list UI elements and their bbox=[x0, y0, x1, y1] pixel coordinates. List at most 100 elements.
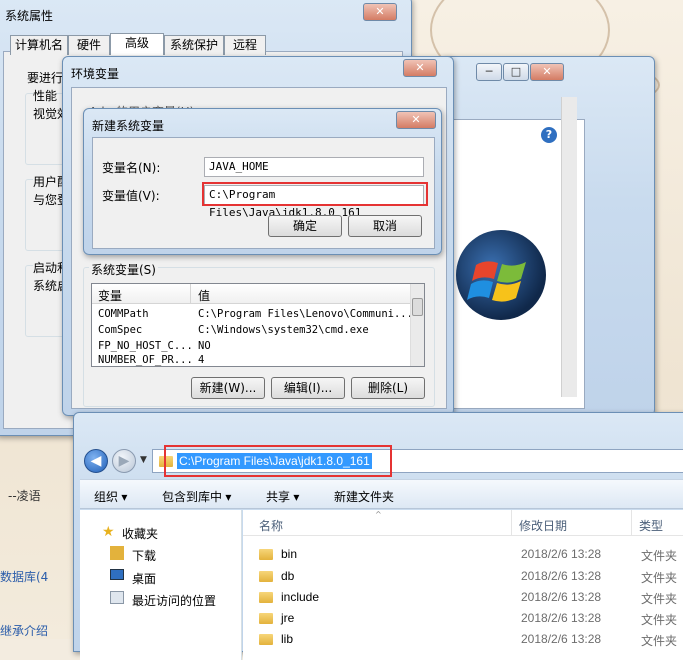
file-name: db bbox=[281, 569, 295, 583]
folder-icon bbox=[259, 592, 273, 603]
close-button[interactable]: ✕ bbox=[530, 63, 564, 81]
var-name: NUMBER_OF_PR... bbox=[98, 354, 193, 366]
include-in-library-menu[interactable]: 包含到库中 ▾ bbox=[162, 488, 231, 505]
tab-advanced[interactable]: 高级 bbox=[110, 33, 164, 55]
column-divider bbox=[190, 284, 191, 304]
favorites-label[interactable]: 收藏夹 bbox=[122, 525, 158, 542]
var-value: 4 bbox=[198, 354, 205, 366]
system-vars-section-label: 系统变量(S) bbox=[89, 261, 158, 278]
column-header-type[interactable]: 类型 bbox=[639, 517, 663, 534]
var-name: COMMPath bbox=[98, 308, 149, 320]
scrollbar[interactable] bbox=[561, 97, 577, 397]
folder-icon bbox=[259, 634, 273, 645]
recent-places-icon bbox=[110, 591, 124, 604]
desktop-icon bbox=[110, 569, 124, 580]
address-highlight bbox=[164, 445, 392, 477]
edit-variable-button[interactable]: 编辑(I)... bbox=[271, 377, 345, 399]
file-name: jre bbox=[281, 611, 295, 625]
folder-icon bbox=[259, 549, 273, 560]
file-list-header: 名称 ^ 修改日期 类型 bbox=[243, 510, 683, 536]
nav-item-downloads[interactable]: 下载 bbox=[132, 547, 156, 564]
tab-computer-name[interactable]: 计算机名 bbox=[10, 35, 68, 55]
column-header-name[interactable]: 名称 bbox=[259, 517, 283, 534]
file-date: 2018/2/6 13:28 bbox=[521, 547, 602, 561]
forward-button[interactable]: ▶ bbox=[112, 449, 136, 473]
admin-note: 要进行 bbox=[27, 71, 64, 85]
folder-icon bbox=[259, 613, 273, 624]
file-type: 文件夹 bbox=[641, 549, 678, 563]
back-button[interactable]: ◀ bbox=[84, 449, 108, 473]
table-row[interactable]: FP_NO_HOST_C... NO bbox=[98, 340, 408, 355]
cancel-button[interactable]: 取消 bbox=[348, 215, 422, 237]
file-name: lib bbox=[281, 632, 294, 646]
close-button[interactable]: ✕ bbox=[363, 3, 397, 21]
list-item[interactable]: bin 2018/2/6 13:28 文件夹 bbox=[259, 546, 683, 566]
window-title: 环境变量 bbox=[71, 67, 120, 81]
minimize-button[interactable]: ─ bbox=[476, 63, 502, 81]
maximize-button[interactable]: □ bbox=[503, 63, 529, 81]
file-date: 2018/2/6 13:28 bbox=[521, 569, 602, 583]
file-date: 2018/2/6 13:28 bbox=[521, 611, 602, 625]
list-item[interactable]: db 2018/2/6 13:28 文件夹 bbox=[259, 568, 683, 588]
list-header: 变量 值 bbox=[92, 284, 410, 304]
share-menu[interactable]: 共享 ▾ bbox=[266, 488, 299, 505]
file-date: 2018/2/6 13:28 bbox=[521, 632, 602, 646]
list-item[interactable]: jre 2018/2/6 13:28 文件夹 bbox=[259, 610, 683, 630]
desktop-text-2[interactable]: 数据库(4 bbox=[0, 568, 48, 585]
help-icon[interactable]: ? bbox=[541, 127, 557, 143]
file-name: bin bbox=[281, 547, 298, 561]
arrow-right-icon: ▶ bbox=[118, 453, 130, 469]
var-value: C:\Windows\system32\cmd.exe bbox=[198, 324, 369, 336]
nav-item-recent-places[interactable]: 最近访问的位置 bbox=[132, 592, 216, 609]
organize-menu[interactable]: 组织 ▾ bbox=[94, 488, 127, 505]
table-row[interactable]: NUMBER_OF_PR... 4 bbox=[98, 354, 408, 366]
list-item[interactable]: include 2018/2/6 13:28 文件夹 bbox=[259, 589, 683, 609]
variable-name-input[interactable]: JAVA_HOME bbox=[204, 157, 424, 177]
column-divider bbox=[511, 510, 512, 536]
column-header-variable[interactable]: 变量 bbox=[98, 287, 122, 304]
close-button[interactable]: ✕ bbox=[403, 59, 437, 77]
windows-logo-icon bbox=[456, 230, 546, 320]
window-title: 系统属性 bbox=[5, 9, 54, 23]
variable-value-label: 变量值(V): bbox=[102, 189, 160, 203]
favorites-star-icon: ★ bbox=[102, 524, 115, 540]
arrow-left-icon: ◀ bbox=[90, 453, 102, 469]
tab-system-protection[interactable]: 系统保护 bbox=[164, 35, 224, 55]
new-variable-button[interactable]: 新建(W)... bbox=[191, 377, 265, 399]
file-type: 文件夹 bbox=[641, 634, 678, 648]
variable-name-label: 变量名(N): bbox=[102, 161, 161, 175]
ok-button[interactable]: 确定 bbox=[268, 215, 342, 237]
table-row[interactable]: COMMPath C:\Program Files\Lenovo\Communi… bbox=[98, 308, 413, 323]
table-row[interactable]: ComSpec C:\Windows\system32\cmd.exe bbox=[98, 324, 408, 339]
column-header-value[interactable]: 值 bbox=[198, 287, 210, 304]
close-button[interactable]: ✕ bbox=[396, 111, 436, 129]
navigation-pane: ★ 收藏夹 下载 桌面 最近访问的位置 bbox=[80, 510, 242, 660]
desktop-text-3[interactable]: 继承介绍 bbox=[0, 622, 48, 639]
variable-value-highlight bbox=[202, 182, 428, 206]
command-bar: 组织 ▾ 包含到库中 ▾ 共享 ▾ 新建文件夹 bbox=[80, 479, 683, 509]
new-folder-button[interactable]: 新建文件夹 bbox=[334, 488, 394, 505]
scrollbar-thumb[interactable] bbox=[412, 298, 423, 316]
file-date: 2018/2/6 13:28 bbox=[521, 590, 602, 604]
desktop-text-1: --凌语 bbox=[8, 489, 41, 503]
column-header-date[interactable]: 修改日期 bbox=[519, 517, 567, 534]
file-name: include bbox=[281, 590, 320, 604]
tab-remote[interactable]: 远程 bbox=[224, 35, 266, 55]
file-type: 文件夹 bbox=[641, 571, 678, 585]
list-scrollbar[interactable] bbox=[410, 284, 424, 366]
delete-variable-button[interactable]: 删除(L) bbox=[351, 377, 425, 399]
var-value: NO bbox=[198, 340, 211, 352]
var-name: FP_NO_HOST_C... bbox=[98, 340, 193, 352]
system-vars-list[interactable]: 变量 值 COMMPath C:\Program Files\Lenovo\Co… bbox=[91, 283, 425, 367]
file-type: 文件夹 bbox=[641, 613, 678, 627]
dialog-title: 新建系统变量 bbox=[92, 119, 165, 133]
folder-icon bbox=[259, 571, 273, 582]
performance-label: 性能 bbox=[33, 87, 58, 104]
downloads-icon bbox=[110, 546, 124, 560]
history-dropdown-icon[interactable]: ▼ bbox=[140, 455, 147, 465]
nav-item-desktop[interactable]: 桌面 bbox=[132, 570, 156, 587]
background-window: ─ □ ✕ ? bbox=[440, 56, 655, 416]
tab-hardware[interactable]: 硬件 bbox=[68, 35, 110, 55]
list-item[interactable]: lib 2018/2/6 13:28 文件夹 bbox=[259, 631, 683, 651]
new-system-variable-dialog: 新建系统变量 ✕ 变量名(N): JAVA_HOME 变量值(V): C:\Pr… bbox=[83, 108, 442, 255]
